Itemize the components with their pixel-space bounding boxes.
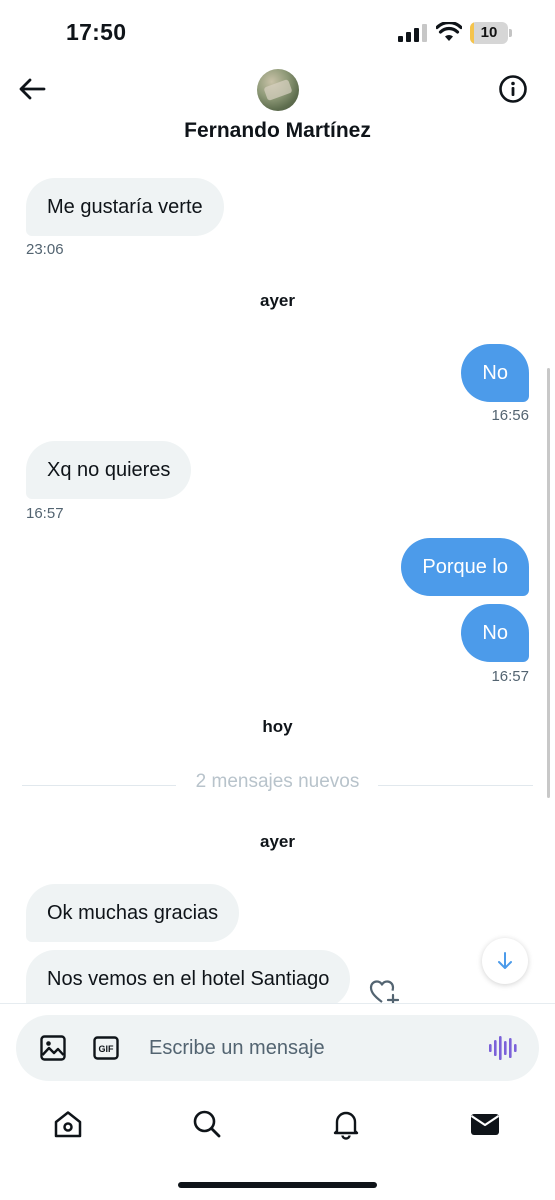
message-bubble-outgoing[interactable]: Porque lo xyxy=(401,538,529,596)
message-bubble-incoming[interactable]: Ok muchas gracias xyxy=(26,884,240,942)
tab-messages[interactable] xyxy=(465,1104,505,1144)
home-indicator xyxy=(178,1182,377,1188)
tab-notifications[interactable] xyxy=(326,1104,366,1144)
message-composer: GIF xyxy=(16,1015,539,1081)
search-icon xyxy=(193,1110,221,1138)
new-messages-label: 2 mensajes nuevos xyxy=(195,771,360,792)
gif-icon[interactable]: GIF xyxy=(92,1034,120,1062)
arrow-down-icon xyxy=(498,952,512,969)
battery-level: 10 xyxy=(480,24,498,41)
envelope-icon xyxy=(470,1114,500,1135)
message-bubble-incoming[interactable]: Xq no quieres xyxy=(26,441,192,499)
message-bubble-incoming[interactable]: Me gustaría verte xyxy=(26,178,224,236)
message-input[interactable] xyxy=(149,1015,469,1081)
message-time: 16:57 xyxy=(491,668,529,685)
message-thread[interactable]: Me gustaría verte 23:06 ayer No 16:56 Xq… xyxy=(0,160,555,1003)
avatar[interactable] xyxy=(257,69,299,111)
divider xyxy=(378,785,533,786)
message-bubble-outgoing[interactable]: No xyxy=(461,344,529,402)
message-bubble-outgoing[interactable]: No xyxy=(461,604,529,662)
divider xyxy=(0,1003,555,1004)
date-separator: ayer xyxy=(260,291,295,310)
voice-wave-icon[interactable] xyxy=(488,1035,518,1061)
heart-plus-icon[interactable] xyxy=(369,978,399,1003)
home-icon xyxy=(54,1111,82,1138)
battery-indicator: 10 xyxy=(470,22,512,44)
scroll-to-bottom-button[interactable] xyxy=(482,938,528,984)
bell-icon xyxy=(333,1111,359,1140)
tab-search[interactable] xyxy=(187,1104,227,1144)
scrollbar[interactable] xyxy=(547,368,550,798)
message-time: 16:56 xyxy=(491,407,529,424)
message-time: 23:06 xyxy=(26,241,64,258)
date-separator: ayer xyxy=(260,832,295,851)
status-bar: 17:50 10 xyxy=(0,0,555,66)
image-icon[interactable] xyxy=(39,1034,67,1062)
tab-home[interactable] xyxy=(48,1104,88,1144)
date-separator: hoy xyxy=(262,717,293,736)
wifi-icon xyxy=(436,22,462,41)
message-time: 16:57 xyxy=(26,505,64,522)
back-button[interactable] xyxy=(14,74,50,104)
message-bubble-incoming[interactable]: Nos vemos en el hotel Santiago xyxy=(26,950,351,1003)
cellular-signal-icon xyxy=(398,24,427,42)
svg-text:GIF: GIF xyxy=(99,1044,115,1054)
contact-name[interactable]: Fernando Martínez xyxy=(0,119,555,143)
info-icon[interactable] xyxy=(497,73,529,105)
status-time: 17:50 xyxy=(66,19,127,45)
